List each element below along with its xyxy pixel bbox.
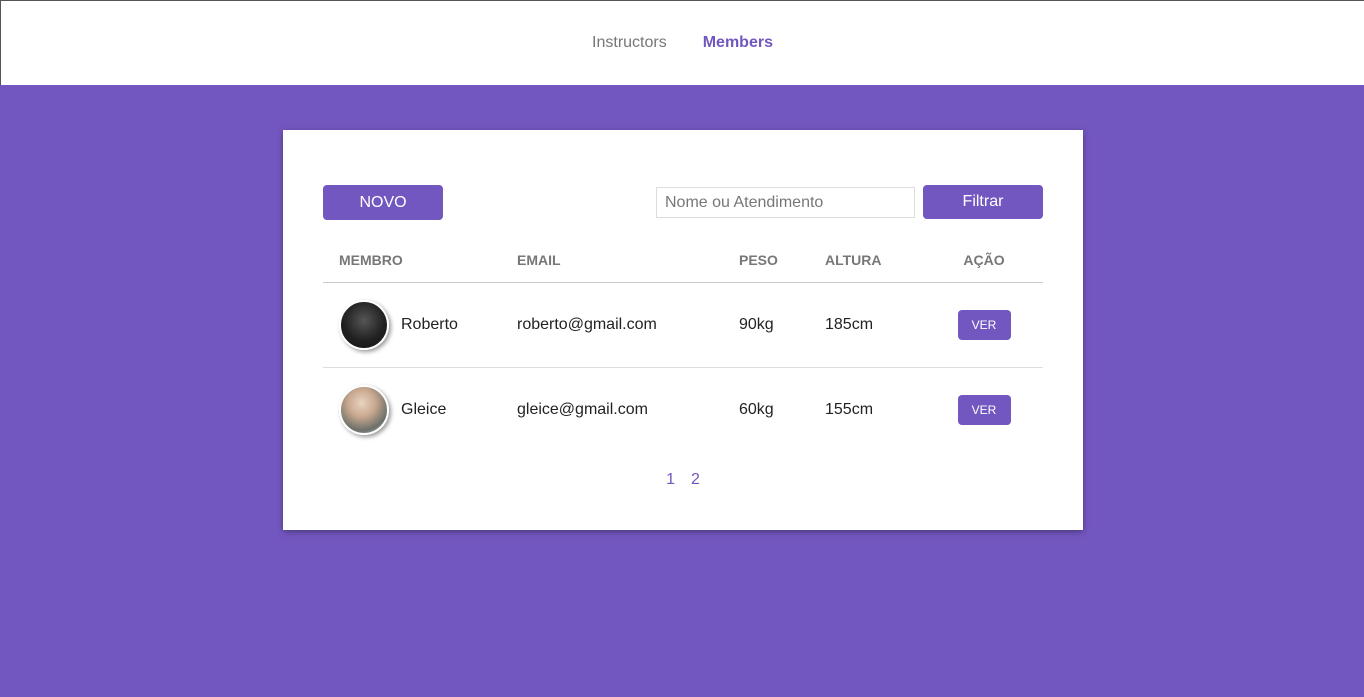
- page-link-1[interactable]: 1: [666, 471, 675, 489]
- view-member-button[interactable]: VER: [957, 394, 1011, 425]
- avatar: [339, 299, 389, 350]
- new-member-button[interactable]: NOVO: [323, 185, 443, 220]
- member-height: 185cm: [825, 282, 925, 368]
- header-weight: PESO: [739, 238, 825, 283]
- view-member-button[interactable]: VER: [957, 309, 1011, 340]
- filter-button[interactable]: Filtrar: [923, 185, 1043, 219]
- search-input[interactable]: [656, 187, 915, 218]
- member-cell: Gleice: [323, 367, 517, 452]
- nav-members-link[interactable]: Members: [703, 34, 773, 52]
- member-email: gleice@gmail.com: [517, 400, 648, 418]
- avatar: [339, 384, 389, 435]
- member-name: Roberto: [401, 315, 458, 333]
- nav-instructors-link[interactable]: Instructors: [592, 34, 667, 52]
- pagination: 1 2: [283, 471, 1083, 489]
- member-email: roberto@gmail.com: [517, 282, 739, 368]
- members-card: NOVO Filtrar MEMBRO EMAIL PESO ALTURA AÇ…: [283, 130, 1083, 530]
- table-header-row: MEMBRO EMAIL PESO ALTURA AÇÃO: [323, 238, 1043, 283]
- page-link-2[interactable]: 2: [691, 471, 700, 489]
- member-weight: 90kg: [739, 282, 825, 368]
- header-action: AÇÃO: [925, 238, 1043, 283]
- action-cell: VER: [925, 367, 1043, 452]
- member-name: Gleice: [401, 400, 447, 418]
- header-email: EMAIL: [517, 238, 739, 283]
- table-row: Roberto roberto@gmail.com 90kg 185cm VER: [323, 282, 1043, 368]
- member-height: 155cm: [825, 400, 874, 418]
- table-row: Gleice gleice@gmail.com 60kg 155cm VER: [323, 367, 1043, 452]
- header-height: ALTURA: [825, 238, 925, 283]
- members-table: MEMBRO EMAIL PESO ALTURA AÇÃO Roberto ro…: [323, 238, 1043, 452]
- top-navbar: Instructors Members: [0, 0, 1364, 85]
- member-weight: 60kg: [739, 400, 774, 418]
- member-cell: Roberto: [323, 282, 517, 368]
- action-cell: VER: [925, 282, 1043, 368]
- header-member: MEMBRO: [323, 238, 517, 283]
